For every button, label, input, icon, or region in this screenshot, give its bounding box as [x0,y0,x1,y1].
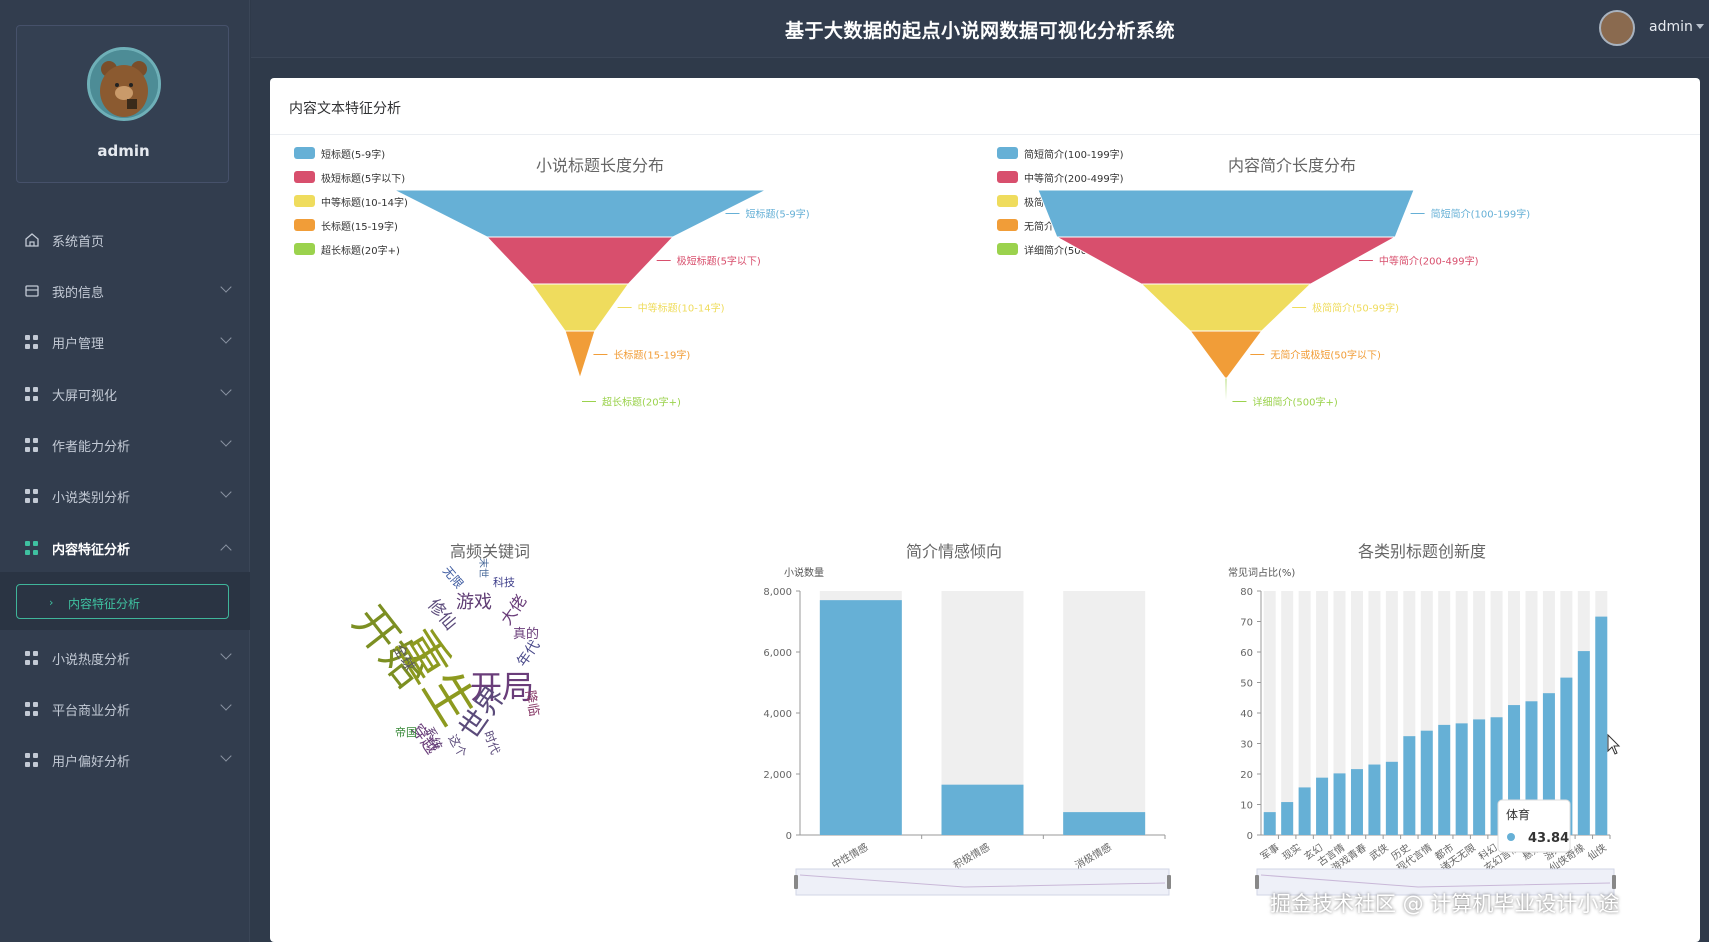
chevron-up-icon [220,544,232,556]
bar [1595,616,1608,835]
mouse-cursor-icon [1607,733,1621,755]
bar [1333,773,1346,835]
bar-background [1281,591,1294,835]
grid-icon [25,489,39,503]
sidebar-item-label: 作者能力分析 [52,439,131,455]
y-tick-label: 20 [1240,770,1253,781]
sidebar-item-my-info[interactable]: 我的信息 [0,269,250,313]
bar [1420,730,1433,835]
sidebar-item-business-analysis[interactable]: 平台商业分析 [0,687,250,731]
sidebar-item-preference-analysis[interactable]: 用户偏好分析 [0,738,250,782]
chevron-down-icon [220,648,232,660]
sidebar-item-category-analysis[interactable]: 小说类别分析 [0,474,250,518]
sidebar-item-label: 小说类别分析 [52,490,131,506]
grid-icon [25,651,39,665]
bar [1473,719,1486,835]
chevron-down-icon [220,699,232,711]
tooltip-category: 体育 [1506,807,1530,822]
grid-icon [25,387,39,401]
sidebar-item-label: 大屏可视化 [52,388,118,404]
top-bar: 基于大数据的起点小说网数据可视化分析系统 admin [251,0,1709,58]
profile-name: admin [97,142,150,160]
y-tick-label: 30 [1240,740,1253,751]
y-tick-label: 50 [1240,679,1253,690]
bar [1385,761,1398,835]
bar [1577,651,1590,835]
sidebar-item-label: 内容特征分析 [52,542,131,558]
watermark-text: 掘金技术社区 @ 计算机毕业设计小途 [1270,892,1620,916]
chevron-down-icon [220,486,232,498]
bar [1455,723,1468,835]
y-tick-label: 80 [1240,587,1253,598]
x-tick-label: 武侠 [1367,841,1391,863]
sidebar-item-popularity-analysis[interactable]: 小说热度分析 [0,636,250,680]
sidebar-item-content-analysis[interactable]: 内容特征分析 [0,526,250,570]
grid-icon [25,702,39,716]
user-name[interactable]: admin [1649,19,1693,35]
sidebar-item-label: 用户管理 [52,336,105,352]
chevron-down-icon [220,332,232,344]
user-avatar[interactable] [1599,10,1635,46]
bar [1368,764,1381,835]
sidebar-item-user-management[interactable]: 用户管理 [0,320,250,364]
bar [1281,802,1294,835]
y-tick-label: 40 [1240,709,1253,720]
sidebar-item-author-analysis[interactable]: 作者能力分析 [0,423,250,467]
y-axis-label: 常见词占比(%) [1228,566,1295,579]
chevron-down-icon [220,384,232,396]
tooltip-value: 43.84 [1528,831,1569,846]
y-tick-label: 70 [1240,618,1253,629]
submenu-item-label: 内容特征分析 [68,597,141,611]
bar [1263,812,1276,835]
sidebar-item-label: 小说热度分析 [52,652,131,668]
grid-icon [25,335,39,349]
x-tick-label: 现实 [1280,841,1304,863]
sidebar-item-big-screen[interactable]: 大屏可视化 [0,372,250,416]
sidebar-item-label: 系统首页 [52,234,105,250]
bar [1403,736,1416,835]
caret-down-icon[interactable] [1696,24,1704,29]
chevron-down-icon [220,435,232,447]
zoom-slider-handle-left [1255,875,1259,889]
tooltip-marker [1507,833,1515,841]
sidebar-item-label: 用户偏好分析 [52,754,131,770]
chevron-right-icon: › [49,596,54,609]
grid-icon [25,438,39,452]
submenu-item-content-analysis[interactable]: › 内容特征分析 [16,584,229,619]
chevron-down-icon [220,281,232,293]
y-tick-label: 0 [1247,831,1253,842]
home-icon [25,233,39,247]
grid-icon [25,753,39,767]
card-icon [25,285,39,297]
y-tick-label: 10 [1240,801,1253,812]
bar [1316,777,1329,835]
bar-background [1263,591,1276,835]
grid-icon [25,541,39,555]
chevron-down-icon [220,750,232,762]
x-tick-label: 军事 [1258,841,1282,863]
app-title: 基于大数据的起点小说网数据可视化分析系统 [784,20,1175,42]
sidebar-item-label: 我的信息 [52,285,105,301]
sidebar-item-home[interactable]: 系统首页 [0,218,250,262]
x-tick-label: 仙侠 [1585,841,1609,863]
profile-card: admin [16,25,229,183]
sidebar-item-label: 平台商业分析 [52,703,131,719]
y-tick-label: 60 [1240,648,1253,659]
profile-avatar[interactable] [87,47,161,121]
main-panel: 内容文本特征分析 小说标题长度分布 短标题(5-9字) 极短标题(5字以下) 中等标… [270,78,1700,942]
bear-avatar-icon [90,50,158,118]
bar-chart-innovation: 01020304050607080常见词占比(%)军事 现实 玄幻古言情游戏青春 武侠… [1228,566,1621,896]
bar [1298,787,1311,835]
bar [1350,769,1363,835]
bar [1438,724,1451,835]
zoom-slider-handle-right [1612,875,1616,889]
sidebar: admin 系统首页 我的信息 用户管理 大屏可视化 作者能力分析 小说类别分析… [0,0,250,942]
